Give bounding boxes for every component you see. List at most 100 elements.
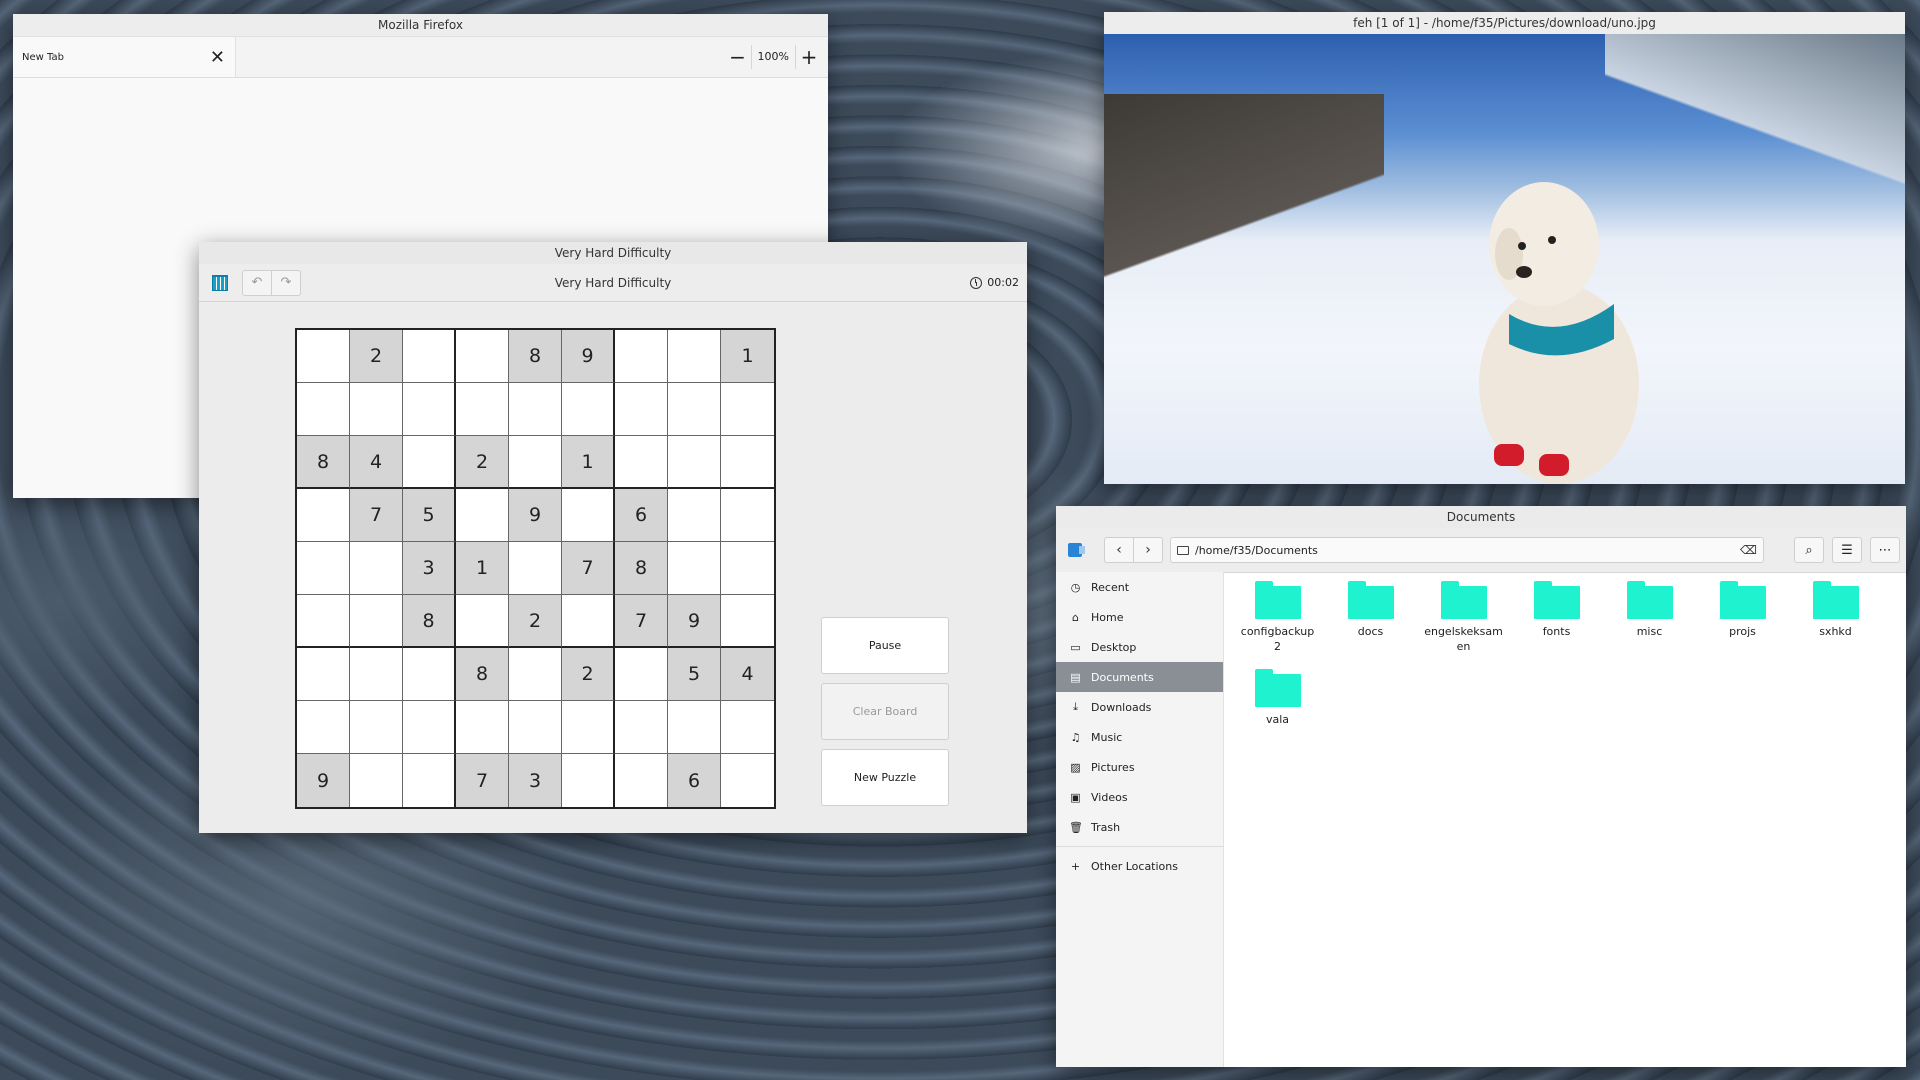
- sudoku-cell[interactable]: 4: [350, 436, 403, 489]
- firefox-titlebar[interactable]: Mozilla Firefox: [13, 14, 828, 37]
- sudoku-cell[interactable]: [615, 648, 668, 701]
- files-app-icon[interactable]: [1068, 543, 1085, 557]
- sudoku-cell[interactable]: 5: [403, 489, 456, 542]
- sudoku-cell[interactable]: [668, 701, 721, 754]
- sudoku-cell[interactable]: 5: [668, 648, 721, 701]
- sudoku-cell[interactable]: [668, 542, 721, 595]
- sudoku-cell[interactable]: 9: [297, 754, 350, 807]
- sudoku-cell[interactable]: [615, 701, 668, 754]
- sudoku-cell[interactable]: [509, 701, 562, 754]
- sudoku-grid-icon[interactable]: [212, 274, 228, 291]
- sudoku-titlebar[interactable]: Very Hard Difficulty: [199, 242, 1027, 264]
- sudoku-cell[interactable]: 2: [350, 330, 403, 383]
- sudoku-cell[interactable]: 3: [403, 542, 456, 595]
- sudoku-cell[interactable]: [403, 754, 456, 807]
- sudoku-cell[interactable]: [562, 701, 615, 754]
- sudoku-cell[interactable]: [403, 701, 456, 754]
- undo-icon[interactable]: ↶: [243, 271, 271, 295]
- sudoku-cell[interactable]: [456, 383, 509, 436]
- sudoku-cell[interactable]: [403, 330, 456, 383]
- redo-icon[interactable]: ↷: [271, 270, 300, 295]
- sudoku-cell[interactable]: [456, 595, 509, 648]
- sudoku-cell[interactable]: 2: [562, 648, 615, 701]
- feh-titlebar[interactable]: feh [1 of 1] - /home/f35/Pictures/downlo…: [1104, 12, 1905, 34]
- sudoku-cell[interactable]: [297, 542, 350, 595]
- sudoku-cell[interactable]: [721, 595, 774, 648]
- zoom-out-button[interactable]: −: [725, 44, 751, 70]
- sudoku-cell[interactable]: 9: [668, 595, 721, 648]
- sudoku-cell[interactable]: 8: [615, 542, 668, 595]
- sudoku-cell[interactable]: [721, 436, 774, 489]
- sudoku-cell[interactable]: [721, 701, 774, 754]
- folder-item[interactable]: configbackup2: [1231, 580, 1324, 654]
- sudoku-cell[interactable]: 8: [509, 330, 562, 383]
- pause-button[interactable]: Pause: [821, 617, 949, 674]
- sudoku-cell[interactable]: [350, 754, 403, 807]
- sudoku-cell[interactable]: [615, 436, 668, 489]
- sudoku-cell[interactable]: 9: [562, 330, 615, 383]
- sudoku-cell[interactable]: 8: [297, 436, 350, 489]
- sudoku-cell[interactable]: [350, 701, 403, 754]
- close-tab-icon[interactable]: ✕: [210, 47, 225, 68]
- sidebar-item-trash[interactable]: 🗑 Trash: [1056, 812, 1223, 842]
- back-icon[interactable]: ‹: [1105, 538, 1133, 562]
- folder-item[interactable]: sxhkd: [1789, 580, 1882, 654]
- sudoku-cell[interactable]: 8: [403, 595, 456, 648]
- sudoku-cell[interactable]: [562, 754, 615, 807]
- sudoku-cell[interactable]: [721, 383, 774, 436]
- sudoku-cell[interactable]: 3: [509, 754, 562, 807]
- folder-item[interactable]: vala: [1231, 668, 1324, 727]
- sudoku-cell[interactable]: [721, 489, 774, 542]
- sudoku-cell[interactable]: [456, 489, 509, 542]
- sudoku-cell[interactable]: [297, 489, 350, 542]
- sudoku-cell[interactable]: [615, 330, 668, 383]
- folder-item[interactable]: fonts: [1510, 580, 1603, 654]
- sudoku-cell[interactable]: [668, 436, 721, 489]
- sudoku-cell[interactable]: 7: [615, 595, 668, 648]
- sidebar-item-recent[interactable]: ◷ Recent: [1056, 572, 1223, 602]
- sidebar-item-documents[interactable]: ▤ Documents: [1056, 662, 1223, 692]
- sudoku-cell[interactable]: 7: [350, 489, 403, 542]
- clear-location-icon[interactable]: ⌫: [1740, 543, 1757, 557]
- search-icon[interactable]: ⌕: [1794, 537, 1824, 563]
- sudoku-cell[interactable]: 9: [509, 489, 562, 542]
- files-titlebar[interactable]: Documents: [1056, 506, 1906, 528]
- clear-board-button[interactable]: Clear Board: [821, 683, 949, 740]
- sudoku-cell[interactable]: [509, 436, 562, 489]
- sudoku-cell[interactable]: 4: [721, 648, 774, 701]
- folder-item[interactable]: engelskeksamen: [1417, 580, 1510, 654]
- sudoku-cell[interactable]: 1: [456, 542, 509, 595]
- sudoku-cell[interactable]: [615, 383, 668, 436]
- sudoku-cell[interactable]: [509, 542, 562, 595]
- sudoku-cell[interactable]: [403, 383, 456, 436]
- sudoku-cell[interactable]: [509, 648, 562, 701]
- sudoku-cell[interactable]: [668, 330, 721, 383]
- sudoku-cell[interactable]: [350, 542, 403, 595]
- sudoku-cell[interactable]: [297, 701, 350, 754]
- sidebar-item-home[interactable]: ⌂ Home: [1056, 602, 1223, 632]
- list-view-icon[interactable]: ☰: [1832, 537, 1862, 563]
- zoom-in-button[interactable]: +: [796, 44, 822, 70]
- sudoku-cell[interactable]: 6: [668, 754, 721, 807]
- sudoku-cell[interactable]: [297, 383, 350, 436]
- folder-item[interactable]: misc: [1603, 580, 1696, 654]
- sudoku-cell[interactable]: [403, 648, 456, 701]
- sudoku-cell[interactable]: [721, 754, 774, 807]
- folder-item[interactable]: projs: [1696, 580, 1789, 654]
- sudoku-cell[interactable]: [350, 383, 403, 436]
- sidebar-item-other-locations[interactable]: + Other Locations: [1056, 851, 1223, 881]
- sudoku-cell[interactable]: 7: [456, 754, 509, 807]
- sudoku-cell[interactable]: [615, 754, 668, 807]
- firefox-tab[interactable]: New Tab ✕: [13, 37, 236, 77]
- sudoku-cell[interactable]: [403, 436, 456, 489]
- sudoku-cell[interactable]: 2: [456, 436, 509, 489]
- sudoku-cell[interactable]: 6: [615, 489, 668, 542]
- folder-item[interactable]: docs: [1324, 580, 1417, 654]
- sudoku-cell[interactable]: [297, 648, 350, 701]
- sudoku-cell[interactable]: 1: [562, 436, 615, 489]
- sudoku-cell[interactable]: [456, 330, 509, 383]
- sudoku-cell[interactable]: 1: [721, 330, 774, 383]
- sidebar-item-pictures[interactable]: ▨ Pictures: [1056, 752, 1223, 782]
- sidebar-item-music[interactable]: ♫ Music: [1056, 722, 1223, 752]
- sudoku-cell[interactable]: [562, 383, 615, 436]
